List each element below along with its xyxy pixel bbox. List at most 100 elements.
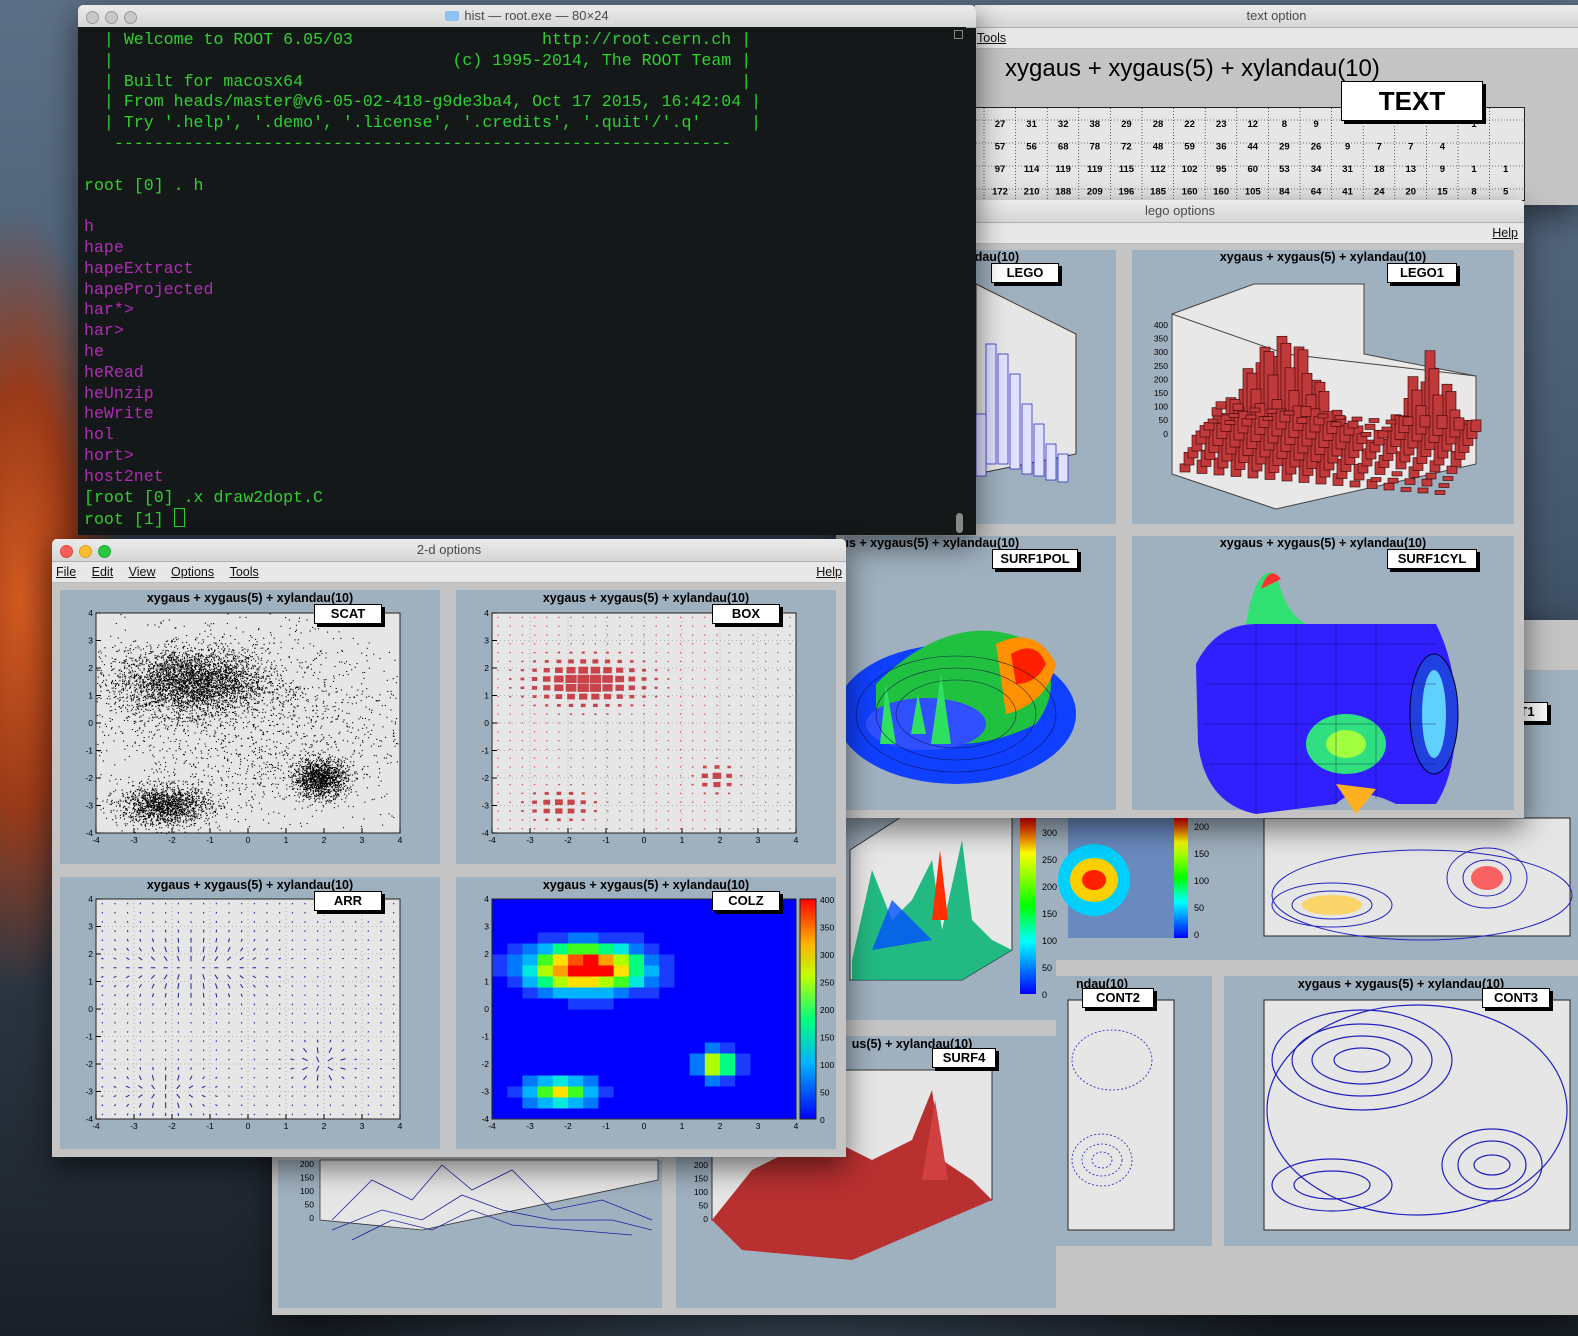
scatter-point	[143, 679, 145, 681]
bin-value: 102	[1182, 164, 1198, 175]
bin-value: 9	[1440, 164, 1445, 175]
scatter-point	[191, 701, 194, 703]
2d-window-titlebar[interactable]: 2-d options	[52, 539, 846, 562]
scatter-point	[175, 696, 177, 698]
scatter-point	[181, 697, 183, 699]
scatter-point	[203, 695, 205, 697]
menu-options[interactable]: Options	[171, 562, 214, 582]
scatter-point	[204, 682, 206, 685]
scatter-point	[224, 691, 226, 694]
scatter-point	[189, 649, 191, 652]
option-label-lego1: LEGO1	[1387, 263, 1457, 283]
scatter-point	[119, 673, 121, 675]
scatter-point	[306, 776, 308, 778]
terminal-window[interactable]: hist — root.exe — 80×24 | Welcome to ROO…	[78, 5, 976, 535]
scatter-point	[230, 685, 232, 687]
scatter-point	[172, 677, 174, 679]
scrollbar[interactable]	[956, 513, 963, 533]
scatter-point	[238, 661, 240, 663]
palette-b	[1174, 818, 1188, 938]
scatter-point	[327, 801, 329, 803]
scatter-point	[305, 772, 307, 774]
scatter-point	[195, 712, 197, 714]
scatter-point	[141, 690, 143, 692]
scatter-point	[266, 687, 268, 689]
menu-tools[interactable]: Tools	[977, 28, 1006, 48]
scatter-point	[197, 674, 199, 676]
y-tick-label: -3	[85, 1087, 93, 1097]
scatter-point	[227, 688, 229, 690]
scatter-point	[237, 690, 240, 692]
scatter-point	[247, 667, 250, 669]
menu-help[interactable]: Help	[1492, 223, 1518, 243]
scatter-point	[214, 691, 216, 693]
minimize-button[interactable]	[79, 545, 92, 558]
scatter-point	[164, 652, 166, 654]
scatter-point	[142, 682, 144, 684]
scatter-point	[238, 706, 240, 708]
terminal-output[interactable]: | Welcome to ROOT 6.05/03 http://root.ce…	[78, 27, 966, 533]
scatter-point	[239, 659, 241, 661]
scatter-point	[122, 680, 124, 682]
y-tick-label: 2	[88, 949, 93, 959]
close-button[interactable]	[86, 11, 99, 24]
scatter-point	[276, 673, 278, 675]
scatter-point	[225, 643, 227, 645]
scatter-point	[191, 659, 193, 661]
scatter-point	[267, 648, 269, 650]
x-tick-label: -4	[92, 835, 100, 845]
scatter-point	[307, 771, 309, 773]
scatter-point	[116, 650, 118, 652]
scatter-point	[271, 691, 273, 693]
scatter-point	[246, 683, 249, 685]
scatter-point	[349, 774, 351, 776]
lego1-bar	[1400, 487, 1412, 492]
text-window-titlebar[interactable]: text option	[975, 5, 1578, 28]
2d-options-window[interactable]: 2-d options File Edit View Options Tools…	[52, 539, 846, 1157]
menu-tools[interactable]: Tools	[230, 562, 259, 582]
scatter-point	[221, 643, 223, 645]
menu-view[interactable]: View	[129, 562, 156, 582]
menu-help[interactable]: Help	[816, 562, 842, 582]
scatter-point	[166, 684, 168, 686]
scatter-point	[197, 690, 199, 692]
menu-edit[interactable]: Edit	[92, 562, 114, 582]
scatter-point	[348, 789, 350, 791]
scatter-point	[172, 655, 174, 657]
scatter-point	[242, 676, 244, 678]
scatter-point	[100, 669, 102, 672]
scatter-point	[242, 697, 244, 700]
scatter-point	[325, 763, 327, 765]
scatter-point	[173, 638, 175, 640]
scatter-point	[210, 680, 212, 682]
scatter-point	[169, 699, 171, 701]
y-tick-label: 3	[484, 922, 489, 932]
lego1-bar	[1207, 418, 1219, 424]
scatter-point	[164, 669, 166, 671]
scatter-point	[185, 663, 187, 665]
scatter-point	[303, 778, 305, 780]
scatter-point	[261, 689, 263, 691]
scatter-point	[320, 759, 322, 761]
terminal-line: | Try '.help', '.demo', '.license', '.cr…	[84, 113, 762, 133]
close-button[interactable]	[60, 545, 73, 558]
scatter-point	[340, 774, 342, 776]
menu-file[interactable]: File	[56, 562, 76, 582]
lego1-bar	[1232, 403, 1244, 411]
scatter-point	[176, 676, 178, 679]
scatter-point	[211, 686, 214, 688]
scatter-point	[187, 671, 189, 673]
zoom-button[interactable]	[98, 545, 111, 558]
scatter-point	[226, 690, 228, 692]
terminal-titlebar[interactable]: hist — root.exe — 80×24	[78, 5, 976, 28]
scatter-point	[138, 700, 140, 702]
zoom-button[interactable]	[124, 11, 137, 24]
scatter-point	[219, 679, 221, 681]
scatter-point	[244, 680, 246, 682]
text-option-window[interactable]: text option Tools xygaus + xygaus(5) + x…	[975, 5, 1578, 205]
scrollbar-up-icon[interactable]	[954, 30, 963, 39]
minimize-button[interactable]	[105, 11, 118, 24]
scatter-point	[160, 680, 162, 682]
scatter-point	[171, 667, 173, 669]
z-tick-label: 50	[305, 1200, 315, 1210]
